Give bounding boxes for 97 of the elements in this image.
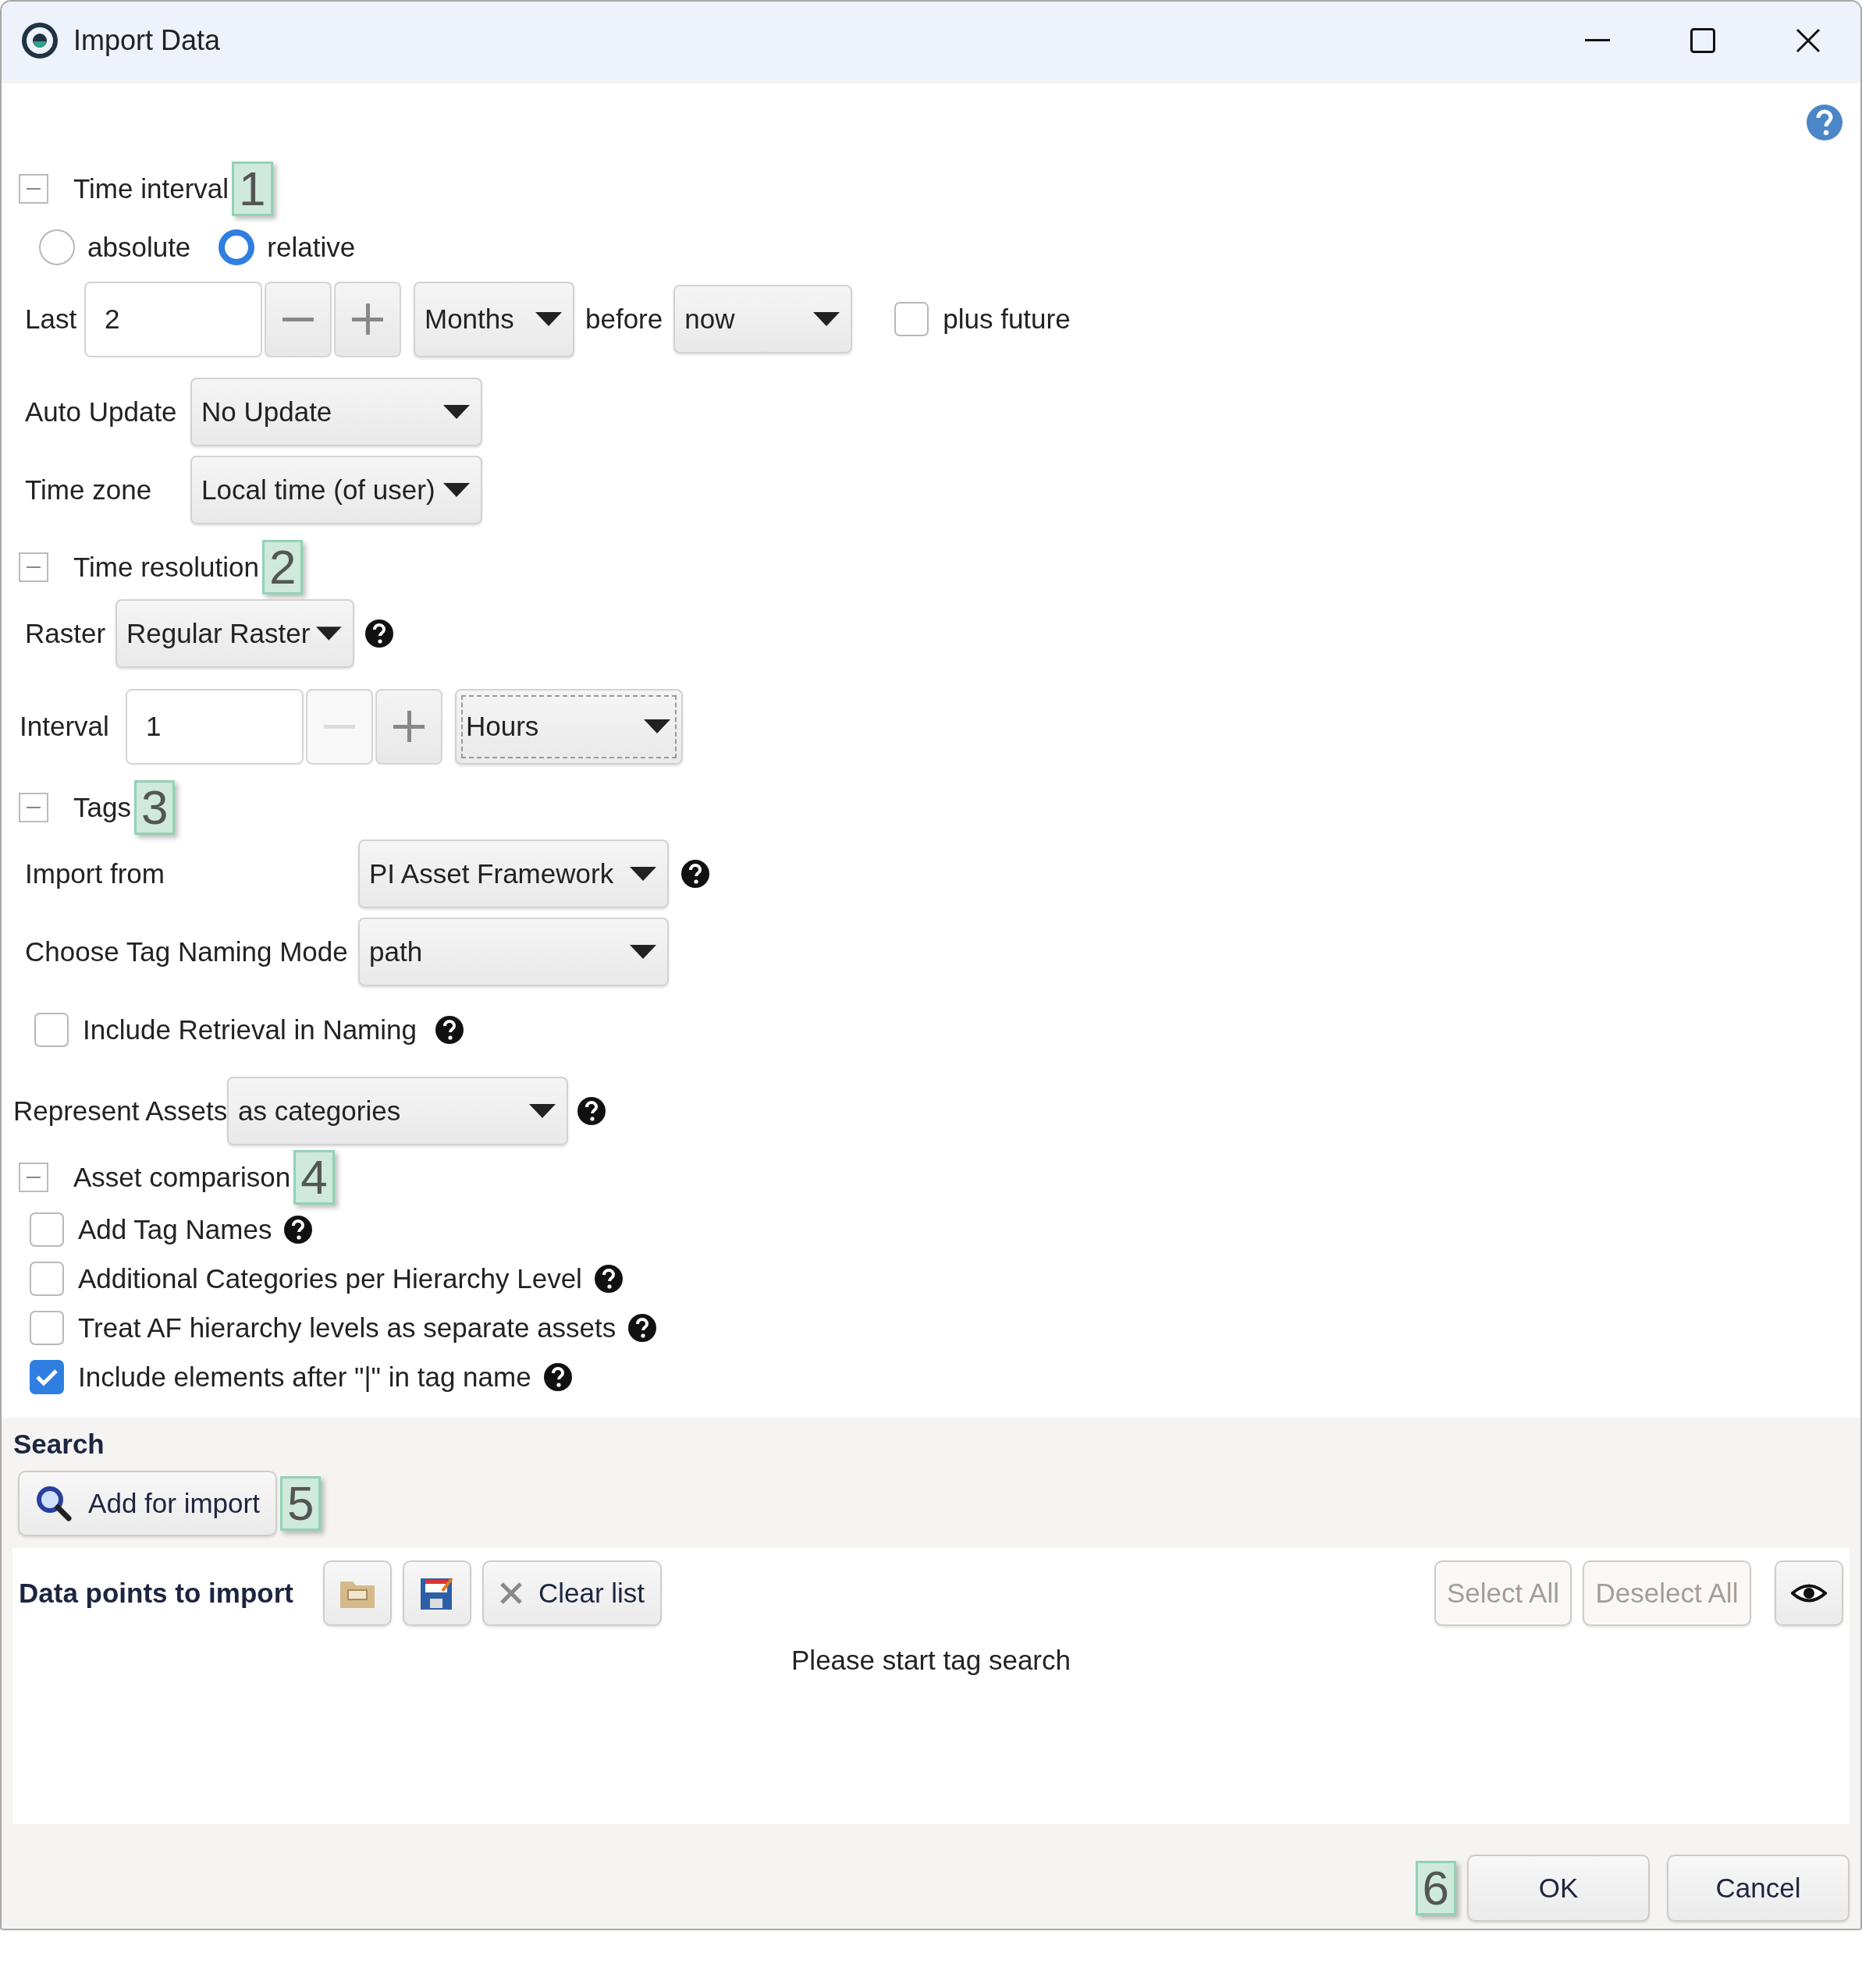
caret-icon (535, 312, 562, 326)
radio-button[interactable] (219, 229, 255, 265)
dialog-button[interactable]: Cancel (1667, 1855, 1850, 1922)
caret-icon (630, 945, 656, 959)
checkbox[interactable] (30, 1310, 64, 1345)
plus-icon (352, 304, 383, 335)
field-label: Import from (25, 858, 165, 889)
floppy-disk-icon (419, 1575, 455, 1611)
window-title: Import Data (73, 24, 222, 57)
field-label: Last (25, 304, 78, 335)
help-icon[interactable] (577, 1097, 606, 1125)
help-icon[interactable] (594, 1264, 623, 1293)
help-icon[interactable] (543, 1362, 572, 1391)
section-title: Data points to import (19, 1578, 294, 1609)
save-button[interactable] (403, 1560, 471, 1626)
checkbox[interactable] (894, 302, 929, 336)
field-label: Interval (20, 711, 110, 742)
checkbox[interactable] (30, 1261, 64, 1296)
help-icon[interactable] (365, 619, 393, 648)
help-icon[interactable] (681, 860, 709, 888)
minus-icon (27, 807, 41, 808)
cross-icon (499, 1582, 523, 1605)
collapse-toggle[interactable] (19, 1163, 48, 1192)
minus-icon (324, 724, 355, 729)
dropdown[interactable]: No Update (190, 378, 482, 446)
minus-icon (27, 1177, 41, 1178)
step-number: 2 (261, 540, 304, 595)
help-icon[interactable] (435, 1016, 464, 1044)
increment-button[interactable] (375, 688, 442, 765)
eye-icon (1791, 1583, 1827, 1603)
section-title: Time resolution (73, 552, 259, 583)
close-icon (1795, 28, 1821, 53)
dropdown[interactable]: Local time (of user) (190, 456, 482, 524)
checkbox-label: Include elements after "|" in tag name (78, 1361, 531, 1393)
caret-icon (813, 312, 840, 326)
dialog-button[interactable]: OK (1467, 1855, 1650, 1922)
dropdown[interactable]: Hours (455, 688, 683, 765)
decrement-button[interactable] (265, 281, 332, 357)
empty-message: Please start tag search (791, 1645, 1071, 1676)
checkbox[interactable] (34, 1013, 69, 1047)
minus-icon (282, 317, 314, 321)
checkbox[interactable] (30, 1359, 64, 1394)
dropdown[interactable]: now (673, 285, 853, 353)
checkbox-label: Add Tag Names (78, 1213, 272, 1245)
search-icon (35, 1485, 73, 1522)
checkbox[interactable] (30, 1212, 64, 1247)
caret-icon (443, 405, 470, 419)
number-field[interactable]: 2 (84, 281, 262, 357)
checkbox-label: Additional Categories per Hierarchy Level (78, 1262, 582, 1294)
dropdown[interactable]: path (358, 918, 669, 986)
step-number: 1 (232, 162, 273, 216)
caret-icon (443, 483, 470, 497)
radio-label: relative (267, 232, 356, 263)
app-icon (22, 23, 58, 59)
step-number: 6 (1415, 1861, 1456, 1915)
minus-icon (27, 566, 41, 568)
collapse-toggle[interactable] (19, 174, 48, 204)
section-title: Search (13, 1429, 105, 1460)
dropdown[interactable]: as categories (227, 1077, 568, 1145)
clear-list-button[interactable]: Clear list (482, 1560, 662, 1626)
field-label: before (585, 304, 663, 335)
number-field[interactable]: 1 (126, 688, 304, 765)
dropdown[interactable]: PI Asset Framework (358, 840, 669, 908)
maximize-icon (1690, 28, 1715, 53)
collapse-toggle[interactable] (19, 552, 48, 582)
dropdown[interactable]: Months (414, 281, 574, 357)
field-label: Auto Update (25, 396, 178, 428)
dropdown[interactable]: Regular Raster (115, 599, 354, 668)
minimize-icon (1584, 39, 1610, 42)
caret-icon (630, 867, 656, 881)
field-label: Raster (25, 618, 107, 649)
checkbox-label: plus future (943, 304, 1071, 335)
field-label: Time zone (25, 474, 153, 506)
caret-icon (529, 1104, 556, 1118)
minus-icon (27, 188, 41, 190)
add-for-import-button[interactable]: Add for import (18, 1471, 277, 1536)
increment-button[interactable] (334, 281, 401, 357)
field-label: Choose Tag Naming Mode (25, 936, 349, 967)
help-icon[interactable] (284, 1215, 313, 1244)
view-button[interactable] (1775, 1560, 1843, 1626)
plus-icon (393, 711, 425, 742)
step-number: 4 (293, 1150, 335, 1205)
radio-button[interactable] (39, 229, 75, 265)
field-label: Represent Assets (13, 1095, 227, 1127)
caret-icon (316, 627, 342, 641)
section-title: Asset comparison (73, 1162, 291, 1193)
collapse-toggle[interactable] (19, 793, 48, 822)
help-icon[interactable] (628, 1313, 657, 1342)
checkbox-label: Treat AF hierarchy levels as separate assets (78, 1312, 617, 1344)
check-icon (35, 1367, 59, 1386)
step-number: 3 (133, 780, 176, 835)
step-number: 5 (280, 1476, 322, 1531)
checkbox-label: Include Retrieval in Naming (83, 1014, 417, 1045)
section-title: Tags (73, 792, 131, 823)
caret-icon (644, 719, 670, 733)
section-title: Time interval (73, 173, 229, 204)
radio-label: absolute (87, 232, 191, 263)
